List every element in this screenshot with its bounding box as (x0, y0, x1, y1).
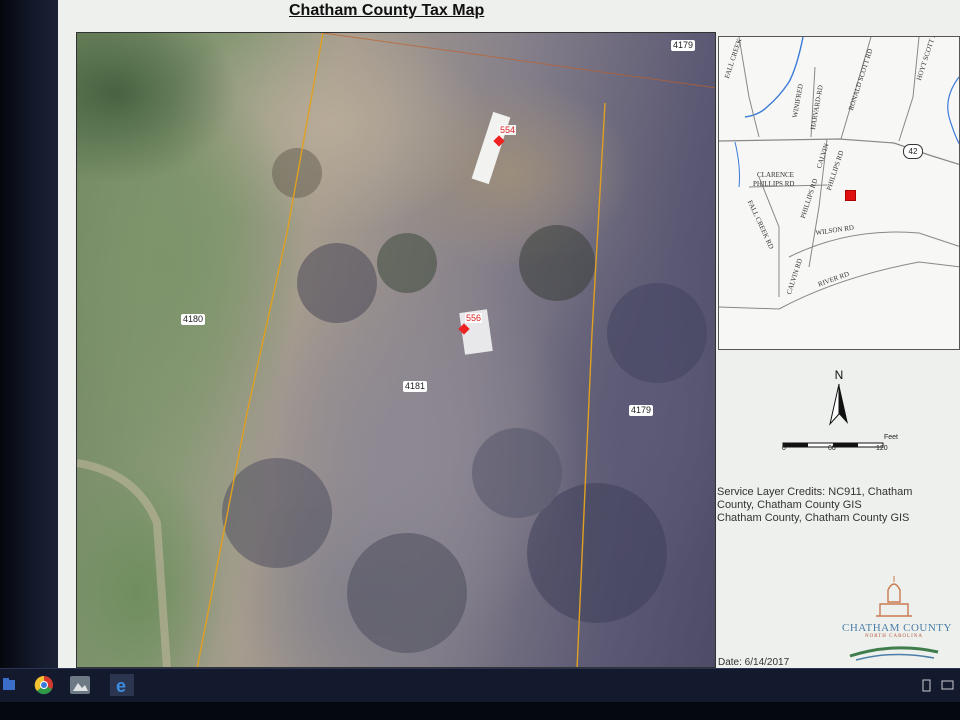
locator-roads (719, 37, 959, 310)
highway-42-shield: 42 (903, 144, 923, 159)
locator-map[interactable]: FALL CREEK CHURCH RD WINIFRED HARVARD-RD… (718, 36, 960, 350)
tray-screen-icon[interactable] (940, 674, 956, 696)
subject-location-marker[interactable] (845, 190, 856, 201)
scale-tick-0: 0 (782, 445, 786, 452)
credits-line-1: Service Layer Credits: NC911, Chatham (717, 486, 913, 498)
edge-icon[interactable]: e (110, 674, 134, 696)
logo-name: CHATHAM COUNTY (842, 622, 952, 634)
road-label-phillips: PHILLIPS RD (753, 180, 795, 188)
parcel-overlay (77, 33, 715, 667)
scale-tick-60: 60 (828, 445, 836, 452)
logo-subtitle: NORTH CAROLINA (864, 634, 923, 639)
monitor-bottom-bezel (0, 702, 960, 720)
scale-bar: Feet 0 60 120 (782, 434, 898, 456)
parcel-label-4181: 4181 (403, 381, 428, 392)
monitor-bezel (0, 0, 60, 668)
tax-map-page: Chatham County Tax Map 4179 4180 4181 41… (58, 0, 960, 668)
tray-device-icon[interactable] (920, 674, 934, 696)
road-label-clarence: CLARENCE (757, 171, 794, 179)
scale-unit: Feet (884, 434, 899, 441)
map-date: Date: 6/14/2017 (718, 657, 790, 668)
chatham-county-logo: CHATHAM COUNTY NORTH CAROLINA (842, 572, 952, 664)
address-label-554: 554 (499, 125, 517, 135)
credits-line-3: Chatham County, Chatham County GIS (717, 512, 910, 524)
north-letter: N (834, 368, 844, 382)
page-title: Chatham County Tax Map (289, 2, 485, 19)
photos-icon[interactable] (68, 674, 92, 696)
parcel-label-4179-mid: 4179 (629, 405, 654, 416)
svg-text:e: e (116, 676, 126, 696)
courthouse-logo-icon (849, 576, 939, 661)
aerial-photo-map[interactable]: 4179 4180 4181 4179 554 556 (76, 32, 716, 668)
chrome-icon[interactable] (32, 674, 56, 696)
parcel-label-4180: 4180 (181, 314, 206, 325)
scale-tick-120: 120 (876, 445, 888, 452)
north-arrow: N (826, 368, 852, 428)
service-layer-credits: Service Layer Credits: NC911, Chatham Co… (717, 486, 960, 525)
parcel-label-4179-top: 4179 (671, 40, 696, 51)
credits-line-2: County, Chatham County GIS (717, 499, 862, 511)
file-explorer-icon[interactable] (2, 674, 26, 696)
address-label-556: 556 (465, 313, 483, 323)
taskbar: e (0, 668, 960, 703)
